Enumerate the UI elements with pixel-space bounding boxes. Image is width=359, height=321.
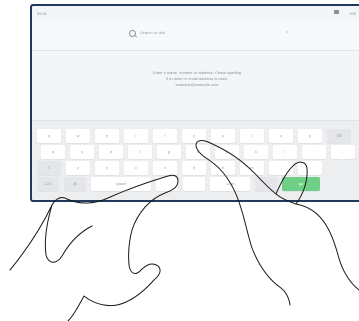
- hands-illustration: [9, 140, 359, 321]
- left-hand-icon: [9, 174, 179, 321]
- left-hand-finger-icon: [44, 204, 93, 263]
- right-hand-icon: [195, 140, 359, 306]
